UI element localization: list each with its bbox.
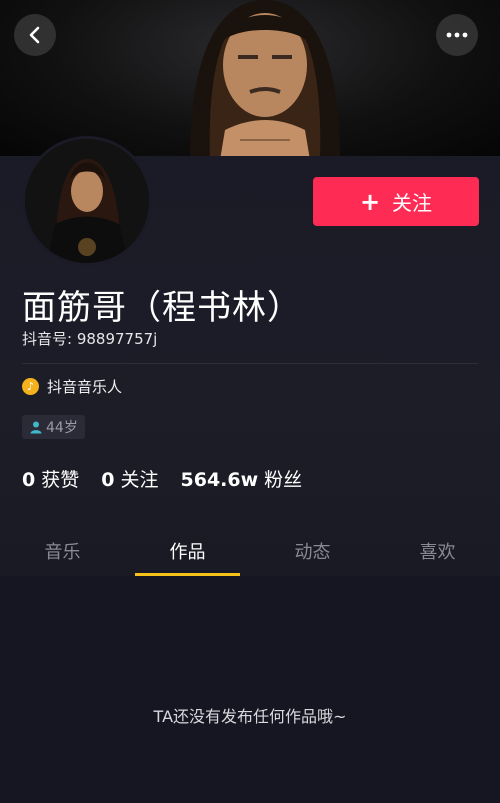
profile-name: 面筋哥（程书林）: [22, 288, 302, 328]
cover-portrait: [190, 0, 340, 156]
following-label: 关注: [120, 469, 159, 491]
more-dots-icon: [446, 32, 468, 38]
divider: [22, 363, 478, 364]
stat-fans[interactable]: 564.6w 粉丝: [181, 465, 303, 492]
tab-activity[interactable]: 动态: [250, 530, 375, 576]
likes-label: 获赞: [41, 469, 80, 491]
tab-works[interactable]: 作品: [125, 530, 250, 576]
back-arrow-icon: [29, 26, 40, 44]
profile-tabs: 音乐 作品 动态 喜欢: [0, 530, 500, 576]
age-tag: 44岁: [22, 415, 85, 439]
tab-music[interactable]: 音乐: [0, 530, 125, 576]
likes-value: 0: [22, 469, 36, 491]
musician-label: 抖音音乐人: [47, 378, 123, 396]
douyin-id: 抖音号: 98897757j: [22, 330, 158, 348]
follow-label: 关注: [392, 191, 433, 215]
cover-photo: [0, 0, 500, 156]
fans-value: 564.6w: [180, 469, 259, 491]
music-note-icon: ♪: [22, 378, 39, 395]
plus-icon: +: [359, 187, 381, 216]
person-icon: [30, 421, 42, 434]
age-label: 44岁: [46, 420, 78, 436]
following-value: 0: [101, 469, 115, 491]
tab-likes[interactable]: 喜欢: [375, 530, 500, 576]
stats-row: 0 获赞 0 关注 564.6w 粉丝: [22, 465, 302, 492]
more-button[interactable]: [436, 14, 478, 56]
stat-likes[interactable]: 0 获赞: [22, 465, 79, 492]
follow-button[interactable]: + 关注: [313, 177, 479, 226]
fans-label: 粉丝: [264, 469, 303, 491]
musician-badge[interactable]: ♪ 抖音音乐人: [22, 376, 122, 397]
avatar[interactable]: [22, 136, 152, 266]
avatar-portrait: [25, 139, 149, 263]
back-button[interactable]: [14, 14, 56, 56]
empty-state-message: TA还没有发布任何作品哦~: [153, 707, 347, 726]
stat-following[interactable]: 0 关注: [101, 465, 158, 492]
